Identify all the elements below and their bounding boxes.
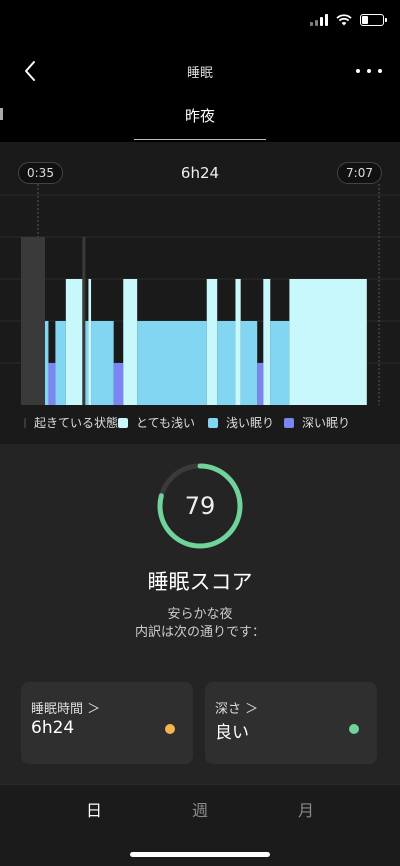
legend-swatch-very-light xyxy=(118,417,128,428)
home-indicator xyxy=(130,852,270,857)
legend-label: 深い眠り xyxy=(302,416,351,430)
previous-tab[interactable] xyxy=(0,108,3,120)
score-title: 睡眠スコア xyxy=(147,570,253,594)
nav-bar: 睡眠 xyxy=(0,48,400,94)
cellular-signal-icon xyxy=(310,14,328,26)
legend-item-awake: 起きている状態 xyxy=(24,414,118,431)
sleep-stage-bar xyxy=(137,321,207,405)
status-bar xyxy=(0,0,400,48)
score-value: 79 xyxy=(184,492,216,520)
sleep-stage-bar xyxy=(88,279,92,405)
sleep-stage-bar xyxy=(48,363,56,405)
day-tab-strip: 昨夜 xyxy=(0,94,400,142)
sleep-stage-bar xyxy=(113,363,124,405)
battery-level xyxy=(362,16,368,24)
status-dot xyxy=(165,724,175,734)
sleep-stage-bar xyxy=(240,321,258,405)
score-breakdown-intro: 内訳は次の通りです： xyxy=(134,625,265,640)
sleep-stage-bar xyxy=(217,321,236,405)
tab-day[interactable]: 日 xyxy=(64,797,124,821)
tab-week[interactable]: 週 xyxy=(170,797,230,821)
sleep-stage-bar xyxy=(55,321,66,405)
sleep-stage-bar xyxy=(206,279,218,405)
status-dot xyxy=(349,724,359,734)
sleep-stage-bar xyxy=(65,279,83,405)
more-button[interactable] xyxy=(356,58,382,84)
sleep-stage-bar xyxy=(270,321,290,405)
battery-icon xyxy=(360,14,387,26)
legend-label: とても浅い xyxy=(136,416,196,430)
card-value: 良い xyxy=(215,723,249,743)
sleep-stage-bar xyxy=(82,237,86,405)
sleep-stage-bar xyxy=(21,237,45,405)
score-description: 安らかな夜 内訳は次の通りです： xyxy=(0,606,400,642)
legend-label: 浅い眠り xyxy=(226,416,275,430)
legend-label: 起きている状態 xyxy=(33,416,118,430)
legend-item-light: 浅い眠り xyxy=(208,414,284,431)
score-summary: 安らかな夜 xyxy=(167,607,233,622)
more-horizontal-icon xyxy=(356,69,360,73)
sleep-hypnogram: 0:35 6h24 7:07 起きている状態 とても浅い 浅い眠り 深い眠り xyxy=(0,142,400,444)
sleep-score-section: 79 睡眠スコア 安らかな夜 内訳は次の通りです： 睡眠時間 ＞ 6h24 深さ… xyxy=(0,444,400,784)
tab-month[interactable]: 月 xyxy=(276,797,336,821)
sleep-stage-bar xyxy=(44,321,49,405)
legend-swatch-deep xyxy=(284,417,294,428)
legend-swatch-light xyxy=(208,417,218,428)
sleep-stage-bar xyxy=(91,321,114,405)
legend-swatch-awake xyxy=(24,417,26,428)
sleep-time-card[interactable]: 睡眠時間 ＞ 6h24 xyxy=(21,682,193,764)
sleep-stage-bar xyxy=(257,363,264,405)
wifi-icon xyxy=(336,14,352,26)
tab-indicator xyxy=(134,139,266,140)
hypnogram-chart xyxy=(0,184,400,405)
sleep-stage-bar xyxy=(123,279,138,405)
sleep-stage-bar xyxy=(289,279,367,405)
legend-item-very-light: とても浅い xyxy=(118,414,208,431)
tab-last-night[interactable]: 昨夜 xyxy=(134,94,266,140)
sleep-stage-bar xyxy=(263,279,271,405)
card-title: 深さ ＞ xyxy=(215,702,259,717)
card-value: 6h24 xyxy=(31,718,75,738)
sleep-stage-bar xyxy=(235,279,241,405)
card-title: 睡眠時間 ＞ xyxy=(31,702,101,717)
bottom-tab-bar: 日 週 月 xyxy=(0,784,400,866)
end-time-label: 7:07 xyxy=(337,162,382,184)
legend-item-deep: 深い眠り xyxy=(284,414,350,431)
depth-card[interactable]: 深さ ＞ 良い xyxy=(205,682,377,764)
status-icons xyxy=(310,14,387,26)
chart-legend: 起きている状態 とても浅い 浅い眠り 深い眠り xyxy=(24,414,350,431)
page-title: 睡眠 xyxy=(186,66,213,81)
